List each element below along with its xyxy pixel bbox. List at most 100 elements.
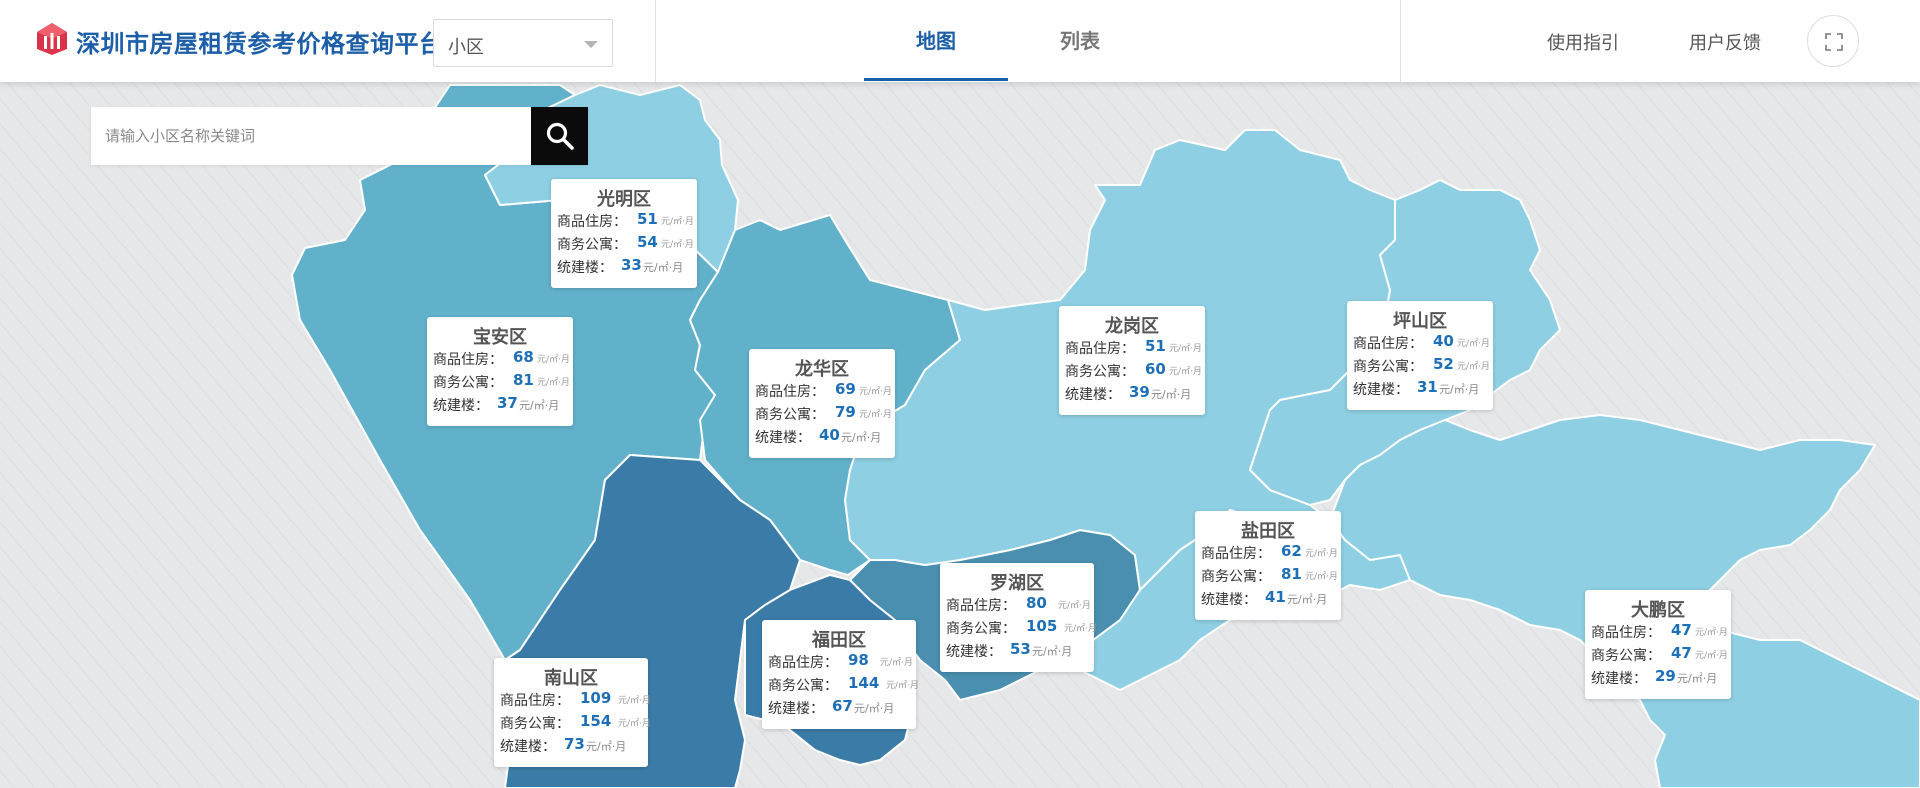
unit-label: 元/㎡·月 bbox=[661, 217, 694, 227]
district-card-futian[interactable]: 福田区 商品住房： 98 元/㎡·月 商务公寓： 144 元/㎡·月 统建楼： 67 元/㎡… bbox=[762, 620, 919, 729]
unit-label: 元/㎡·月 bbox=[859, 410, 892, 420]
tab-map[interactable]: 地图 bbox=[864, 0, 1008, 82]
district-card-baoan[interactable]: 宝安区 商品住房： 68 元/㎡·月 商务公寓： 81 元/㎡·月 统建楼： 37 元/㎡·… bbox=[427, 317, 573, 426]
residential-label: 商品住房： bbox=[1201, 546, 1271, 562]
search-icon bbox=[546, 122, 574, 150]
district-card-longhua[interactable]: 龙华区 商品住房： 69 元/㎡·月 商务公寓： 79 元/㎡·月 统建楼： 40 元/㎡·… bbox=[749, 349, 895, 458]
apartment-label: 商务公寓： bbox=[946, 621, 1016, 637]
unit-label: 元/㎡·月 bbox=[886, 681, 919, 691]
residential-label: 商品住房： bbox=[557, 214, 627, 230]
collective-label: 统建楼： bbox=[433, 398, 489, 414]
unit-label: 元/㎡·月 bbox=[1439, 383, 1480, 396]
user-feedback-link[interactable]: 用户反馈 bbox=[1689, 29, 1761, 55]
apartment-price: 52 bbox=[1433, 355, 1454, 373]
district-name: 南山区 bbox=[544, 668, 598, 689]
usage-guide-link[interactable]: 使用指引 bbox=[1547, 29, 1619, 55]
district-card-nanshan[interactable]: 南山区 商品住房： 109 元/㎡·月 商务公寓： 154 元/㎡·月 统建楼： 73 元/… bbox=[494, 658, 651, 767]
community-type-select[interactable]: 小区 bbox=[433, 19, 613, 67]
unit-label: 元/㎡·月 bbox=[1169, 344, 1202, 354]
district-card-yantian[interactable]: 盐田区 商品住房： 62 元/㎡·月 商务公寓： 81 元/㎡·月 统建楼： 41 元/㎡·… bbox=[1195, 511, 1341, 620]
unit-label: 元/㎡·月 bbox=[618, 696, 651, 706]
unit-label: 元/㎡·月 bbox=[537, 355, 570, 365]
apartment-label: 商务公寓： bbox=[1201, 569, 1271, 585]
collective-price: 31 bbox=[1417, 378, 1438, 396]
collective-label: 统建楼： bbox=[1591, 671, 1647, 687]
residential-row: 商品住房： 47 元/㎡·月 bbox=[1591, 621, 1731, 645]
collective-price: 67 bbox=[832, 697, 853, 715]
collective-price: 33 bbox=[621, 256, 642, 274]
residential-row: 商品住房： 62 元/㎡·月 bbox=[1201, 542, 1341, 566]
collective-row: 统建楼： 67 元/㎡·月 bbox=[768, 697, 916, 721]
district-name: 福田区 bbox=[812, 630, 866, 651]
unit-label: 元/㎡·月 bbox=[1305, 572, 1338, 582]
collective-label: 统建楼： bbox=[768, 701, 824, 717]
collective-price: 73 bbox=[564, 735, 585, 753]
residential-row: 商品住房： 68 元/㎡·月 bbox=[433, 348, 573, 372]
apartment-price: 144 bbox=[848, 674, 880, 692]
collective-row: 统建楼： 37 元/㎡·月 bbox=[433, 394, 573, 418]
apartment-row: 商务公寓： 52 元/㎡·月 bbox=[1353, 355, 1493, 379]
apartment-label: 商务公寓： bbox=[1065, 364, 1135, 380]
fullscreen-icon bbox=[1825, 33, 1843, 51]
residential-row: 商品住房： 51 元/㎡·月 bbox=[557, 210, 697, 234]
district-card-luohu[interactable]: 罗湖区 商品住房： 80 元/㎡·月 商务公寓： 105 元/㎡·月 统建楼： 53 元/㎡… bbox=[940, 563, 1097, 672]
residential-label: 商品住房： bbox=[768, 655, 838, 671]
district-name: 罗湖区 bbox=[990, 573, 1044, 594]
collective-row: 统建楼： 73 元/㎡·月 bbox=[500, 735, 648, 759]
apartment-price: 60 bbox=[1145, 360, 1166, 378]
district-name: 龙华区 bbox=[795, 359, 849, 380]
unit-label: 元/㎡·月 bbox=[1058, 601, 1091, 611]
residential-row: 商品住房： 69 元/㎡·月 bbox=[755, 380, 895, 404]
residential-label: 商品住房： bbox=[1591, 625, 1661, 641]
unit-label: 元/㎡·月 bbox=[841, 431, 882, 444]
apartment-label: 商务公寓： bbox=[1591, 648, 1661, 664]
collective-row: 统建楼： 41 元/㎡·月 bbox=[1201, 588, 1341, 612]
unit-label: 元/㎡·月 bbox=[1457, 339, 1490, 349]
district-card-guangming[interactable]: 光明区 商品住房： 51 元/㎡·月 商务公寓： 54 元/㎡·月 统建楼： 33 元/㎡·… bbox=[551, 179, 697, 288]
collective-row: 统建楼： 53 元/㎡·月 bbox=[946, 640, 1094, 664]
collective-row: 统建楼： 40 元/㎡·月 bbox=[755, 426, 895, 450]
collective-row: 统建楼： 39 元/㎡·月 bbox=[1065, 383, 1205, 407]
unit-label: 元/㎡·月 bbox=[880, 658, 913, 668]
top-header: 深圳市房屋租赁参考价格查询平台 小区 地图 列表 使用指引 用户反馈 bbox=[0, 0, 1920, 82]
unit-label: 元/㎡·月 bbox=[1032, 645, 1073, 658]
collective-price: 40 bbox=[819, 426, 840, 444]
apartment-row: 商务公寓： 105 元/㎡·月 bbox=[946, 617, 1097, 641]
apartment-label: 商务公寓： bbox=[768, 678, 838, 694]
residential-price: 47 bbox=[1671, 621, 1692, 639]
apartment-label: 商务公寓： bbox=[500, 716, 570, 732]
collective-row: 统建楼： 33 元/㎡·月 bbox=[557, 256, 697, 280]
residential-price: 40 bbox=[1433, 332, 1454, 350]
apartment-label: 商务公寓： bbox=[1353, 359, 1423, 375]
district-map[interactable]: 光明区 商品住房：51元/㎡·月 商务公寓：54元/㎡·月 统建楼：33元/㎡·… bbox=[0, 82, 1920, 788]
unit-label: 元/㎡·月 bbox=[1287, 593, 1328, 606]
unit-label: 元/㎡·月 bbox=[618, 719, 651, 729]
search-button[interactable] bbox=[531, 107, 588, 165]
residential-label: 商品住房： bbox=[500, 693, 570, 709]
collective-price: 37 bbox=[497, 394, 518, 412]
apartment-price: 81 bbox=[513, 371, 534, 389]
collective-label: 统建楼： bbox=[557, 260, 613, 276]
unit-label: 元/㎡·月 bbox=[854, 702, 895, 715]
district-name: 大鹏区 bbox=[1631, 600, 1685, 621]
district-card-dapeng[interactable]: 大鹏区 商品住房： 47 元/㎡·月 商务公寓： 47 元/㎡·月 统建楼： 29 元/㎡·… bbox=[1585, 590, 1731, 699]
apartment-row: 商务公寓： 154 元/㎡·月 bbox=[500, 712, 651, 736]
unit-label: 元/㎡·月 bbox=[586, 740, 627, 753]
apartment-row: 商务公寓： 47 元/㎡·月 bbox=[1591, 644, 1731, 668]
collective-price: 41 bbox=[1265, 588, 1286, 606]
fullscreen-button[interactable] bbox=[1807, 15, 1859, 67]
residential-label: 商品住房： bbox=[946, 598, 1016, 614]
community-search-input[interactable] bbox=[91, 107, 531, 165]
apartment-row: 商务公寓： 79 元/㎡·月 bbox=[755, 403, 895, 427]
collective-row: 统建楼： 31 元/㎡·月 bbox=[1353, 378, 1493, 402]
unit-label: 元/㎡·月 bbox=[537, 378, 570, 388]
collective-price: 29 bbox=[1655, 667, 1676, 685]
apartment-price: 154 bbox=[580, 712, 612, 730]
unit-label: 元/㎡·月 bbox=[661, 240, 694, 250]
collective-row: 统建楼： 29 元/㎡·月 bbox=[1591, 667, 1731, 691]
district-card-pingshan[interactable]: 坪山区 商品住房： 40 元/㎡·月 商务公寓： 52 元/㎡·月 统建楼： 31 元/㎡·… bbox=[1347, 301, 1493, 410]
header-actions-section: 使用指引 用户反馈 bbox=[1401, 0, 1920, 82]
tab-list[interactable]: 列表 bbox=[1008, 0, 1152, 82]
type-select-value: 小区 bbox=[448, 37, 484, 58]
district-card-longgang[interactable]: 龙岗区 商品住房： 51 元/㎡·月 商务公寓： 60 元/㎡·月 统建楼： 39 元/㎡·… bbox=[1059, 306, 1205, 415]
